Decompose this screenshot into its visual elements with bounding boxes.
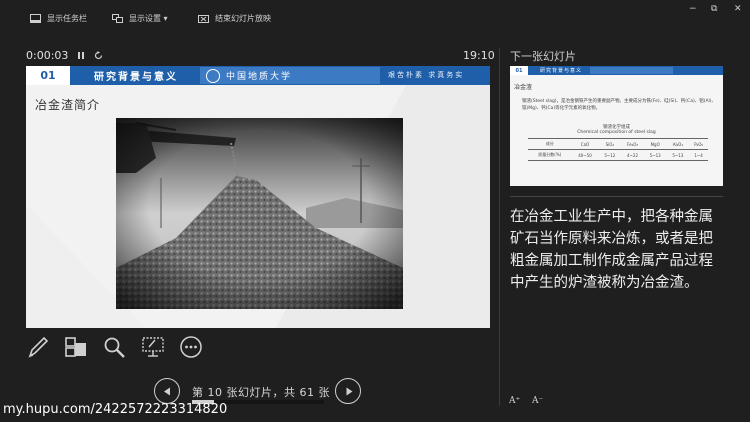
watermark-text: my.hupu.com/2422572223314820 <box>3 402 228 417</box>
multi-slide-icon <box>65 337 86 357</box>
table-header-cell: CaO <box>571 138 599 150</box>
pane-divider[interactable] <box>499 48 500 406</box>
table-cell: 1~4 <box>689 149 708 161</box>
table-header-cell: MgO <box>643 138 667 150</box>
table-header-cell: Fe₂O₃ <box>621 138 644 150</box>
increase-font-button[interactable]: A⁺ <box>509 396 520 406</box>
table-header-row: 成分 CaO SiO₂ Fe₂O₃ MgO Al₂O₃ P₂O₅ <box>528 138 708 150</box>
table-cell: 5~13 <box>643 149 667 161</box>
more-options-icon <box>180 336 202 358</box>
end-show-label: 结束幻灯片放映 <box>215 13 271 23</box>
speaker-notes[interactable]: 在冶金工业生产中，把各种金属矿石当作原料来冶炼，或者是把粗金属加工制作成金属产品… <box>510 206 724 294</box>
decrease-font-button[interactable]: A⁻ <box>532 396 543 406</box>
restart-timer-icon[interactable] <box>94 51 103 60</box>
slide-number: 01 <box>26 66 70 85</box>
university-logo-strip: 中国地质大学 <box>200 67 380 84</box>
table-header-cell: Al₂O₃ <box>666 138 690 150</box>
next-slide-paragraph: 钢渣(Steel slag)，是冶金钢铁产生的重要副产物。主要成分为铁(Fe)、… <box>522 99 717 111</box>
next-slide-header-title: 研究背景与意义 <box>540 68 583 74</box>
pointer-options-button[interactable] <box>141 335 165 359</box>
end-show-icon <box>198 14 209 23</box>
next-slide-table: 成分 CaO SiO₂ Fe₂O₃ MgO Al₂O₃ P₂O₅ 质量分数(%)… <box>528 138 708 161</box>
table-cell: 5~13 <box>666 149 690 161</box>
timer-bar: 0:00:03 <box>26 49 103 62</box>
restore-button[interactable]: ⧉ <box>711 4 717 14</box>
show-taskbar-label: 显示任务栏 <box>47 13 87 23</box>
display-settings-button[interactable]: 显示设置 ▾ <box>112 11 168 25</box>
display-icon <box>112 13 123 23</box>
next-slide-number: 01 <box>510 66 528 75</box>
previous-slide-button[interactable] <box>154 378 180 404</box>
table-cell: 5~12 <box>598 149 622 161</box>
pen-tool-button[interactable] <box>26 335 50 359</box>
taskbar-icon <box>30 13 41 23</box>
pen-icon <box>28 336 49 358</box>
table-row: 质量分数(%) 40~50 5~12 4~22 5~13 5~13 1~4 <box>528 149 708 161</box>
show-taskbar-button[interactable]: 显示任务栏 <box>30 11 87 25</box>
table-header-cell: SiO₂ <box>598 138 622 150</box>
arrow-right-icon <box>346 387 353 396</box>
pointer-screen-icon <box>142 337 164 357</box>
table-cell: 质量分数(%) <box>528 149 572 161</box>
table-cell: 40~50 <box>571 149 599 161</box>
next-slide-preview[interactable]: 01 研究背景与意义 冶金渣 钢渣(Steel slag)，是冶金钢铁产生的重要… <box>510 66 723 186</box>
zoom-icon <box>104 337 125 358</box>
slide-subtitle: 冶金渣简介 <box>35 98 101 112</box>
clock: 19:10 <box>463 49 495 62</box>
next-slide-button[interactable] <box>335 378 361 404</box>
more-options-button[interactable] <box>179 335 203 359</box>
university-logo-text: 中国地质大学 <box>226 72 293 82</box>
minimize-button[interactable]: − <box>689 4 697 14</box>
elapsed-time: 0:00:03 <box>26 49 69 62</box>
next-slide-label: 下一张幻灯片 <box>510 50 576 63</box>
notes-separator <box>510 196 723 197</box>
university-seal-icon <box>206 69 220 83</box>
table-cell: 4~22 <box>621 149 644 161</box>
slide-header-title: 研究背景与意义 <box>94 72 178 83</box>
slag-pile-photo <box>116 118 403 309</box>
table-header-cell: P₂O₅ <box>689 138 708 150</box>
pause-icon[interactable] <box>77 51 85 60</box>
next-slide-table-caption-en: Chemical composition of steel slag <box>577 130 656 135</box>
university-motto: 艰苦朴素 求真务实 <box>388 71 465 79</box>
end-show-button[interactable]: 结束幻灯片放映 <box>198 11 271 25</box>
see-all-slides-button[interactable] <box>64 335 88 359</box>
slide-counter: 第 10 张幻灯片，共 61 张 <box>192 386 330 399</box>
next-slide-logo-strip <box>590 67 673 74</box>
next-slide-subtitle: 冶金渣 <box>514 84 533 91</box>
zoom-button[interactable] <box>102 335 126 359</box>
current-slide[interactable]: 01 研究背景与意义 中国地质大学 艰苦朴素 求真务实 冶金渣简介 <box>26 66 490 328</box>
table-header-cell: 成分 <box>528 138 572 150</box>
close-button[interactable]: ✕ <box>734 4 742 14</box>
display-settings-label: 显示设置 ▾ <box>129 13 168 23</box>
